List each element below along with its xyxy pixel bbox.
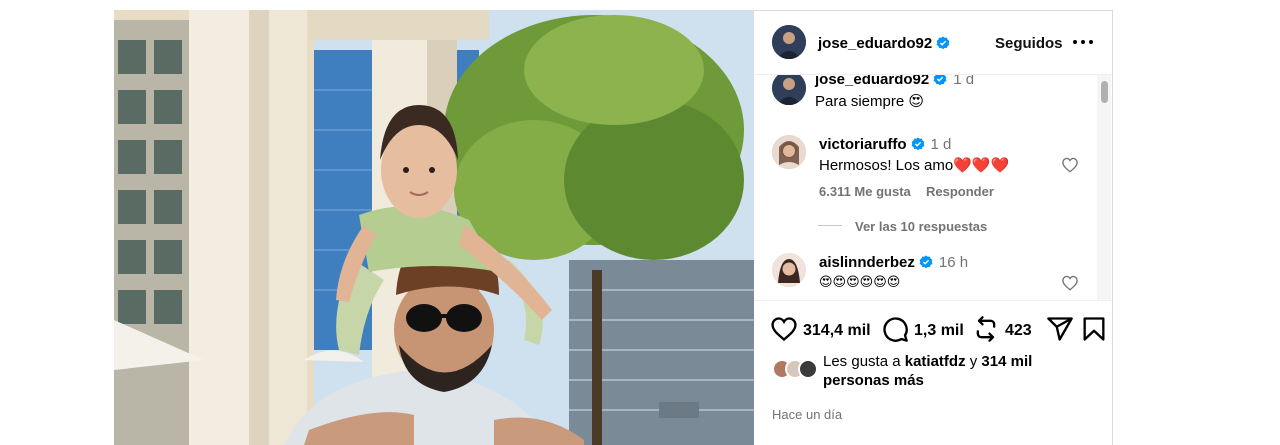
liked-by-avatars[interactable] [772,359,822,381]
post-photo-illustration [114,10,754,445]
comment-avatar[interactable] [772,135,806,169]
view-replies-button[interactable]: Ver las 10 respuestas [855,219,987,234]
liked-by-count[interactable]: 314 mil [981,353,1032,370]
repost-icon[interactable] [972,315,1000,343]
comments-list[interactable]: jose_eduardo92 1 d Para siempre 😍 victori… [754,75,1112,300]
post-timestamp[interactable]: Hace un día [772,407,842,422]
comment-username[interactable]: aislinnderbez 16 h [819,254,968,271]
comment-text: Para siempre 😍 [815,93,925,110]
comment-username-text[interactable]: victoriaruffo [819,136,907,153]
liked-by-connector: y [969,353,978,370]
author-avatar[interactable] [772,25,806,59]
liked-by-suffix[interactable]: personas más [823,372,924,389]
like-comment-heart-icon[interactable] [1061,156,1079,174]
comment-text: 😍😍😍😍😍😍 [819,274,901,289]
verified-badge-icon [933,75,947,86]
verified-badge-icon [936,36,950,50]
repost-count[interactable]: 423 [1005,322,1032,340]
comments-scrollbar-thumb[interactable] [1101,81,1108,103]
comment-time[interactable]: 1 d [931,136,952,153]
comment-username[interactable]: victoriaruffo 1 d [819,136,951,153]
verified-badge-icon [919,255,933,269]
comment-username-text[interactable]: jose_eduardo92 [815,75,929,88]
comment-time[interactable]: 1 d [953,75,974,88]
author-username-text[interactable]: jose_eduardo92 [818,35,932,52]
post-actions: 314,4 mil 1,3 mil 423 Les gusta a katiat… [754,300,1112,445]
post-header: jose_eduardo92 Seguidos [754,11,1112,75]
comment-count[interactable]: 1,3 mil [914,322,964,340]
liked-by-summary: Les gusta a katiatfdz y 314 mil personas… [823,352,1093,390]
like-count[interactable]: 314,4 mil [803,322,871,340]
reply-button[interactable]: Responder [926,184,994,199]
comment-time[interactable]: 16 h [939,254,968,271]
post-side-panel: jose_eduardo92 Seguidos jose_eduardo92 1 … [754,10,1113,445]
liked-by-user[interactable]: katiatfdz [905,353,966,370]
comment-text: Hermosos! Los amo❤️❤️❤️ [819,157,1010,174]
replies-divider [818,225,842,226]
verified-badge-icon [911,137,924,151]
comment-like-count[interactable]: 6.311 Me gusta [819,184,911,199]
comment-avatar[interactable] [772,75,806,105]
comment-avatar-image [772,75,806,105]
following-button[interactable]: Seguidos [995,35,1063,52]
author-username[interactable]: jose_eduardo92 [818,35,950,52]
save-bookmark-icon[interactable] [1080,315,1108,343]
like-comment-heart-icon[interactable] [1061,274,1079,292]
share-send-icon[interactable] [1046,315,1074,343]
comment-username[interactable]: jose_eduardo92 1 d [815,75,974,88]
post-photo[interactable] [114,10,754,445]
instagram-post-view: jose_eduardo92 Seguidos jose_eduardo92 1 … [0,0,1280,445]
liked-by-avatar [798,359,818,379]
comments-scrollbar[interactable] [1097,75,1111,300]
comment-username-text[interactable]: aislinnderbez [819,254,915,271]
liked-by-prefix: Les gusta a [823,353,901,370]
comment-avatar[interactable] [772,253,806,287]
author-avatar-image [772,25,806,59]
like-heart-icon[interactable] [770,315,798,343]
more-options-icon[interactable] [1072,33,1094,51]
comment-bubble-icon[interactable] [881,315,909,343]
comment-avatar-image [772,253,806,287]
comment-avatar-image [772,135,806,169]
